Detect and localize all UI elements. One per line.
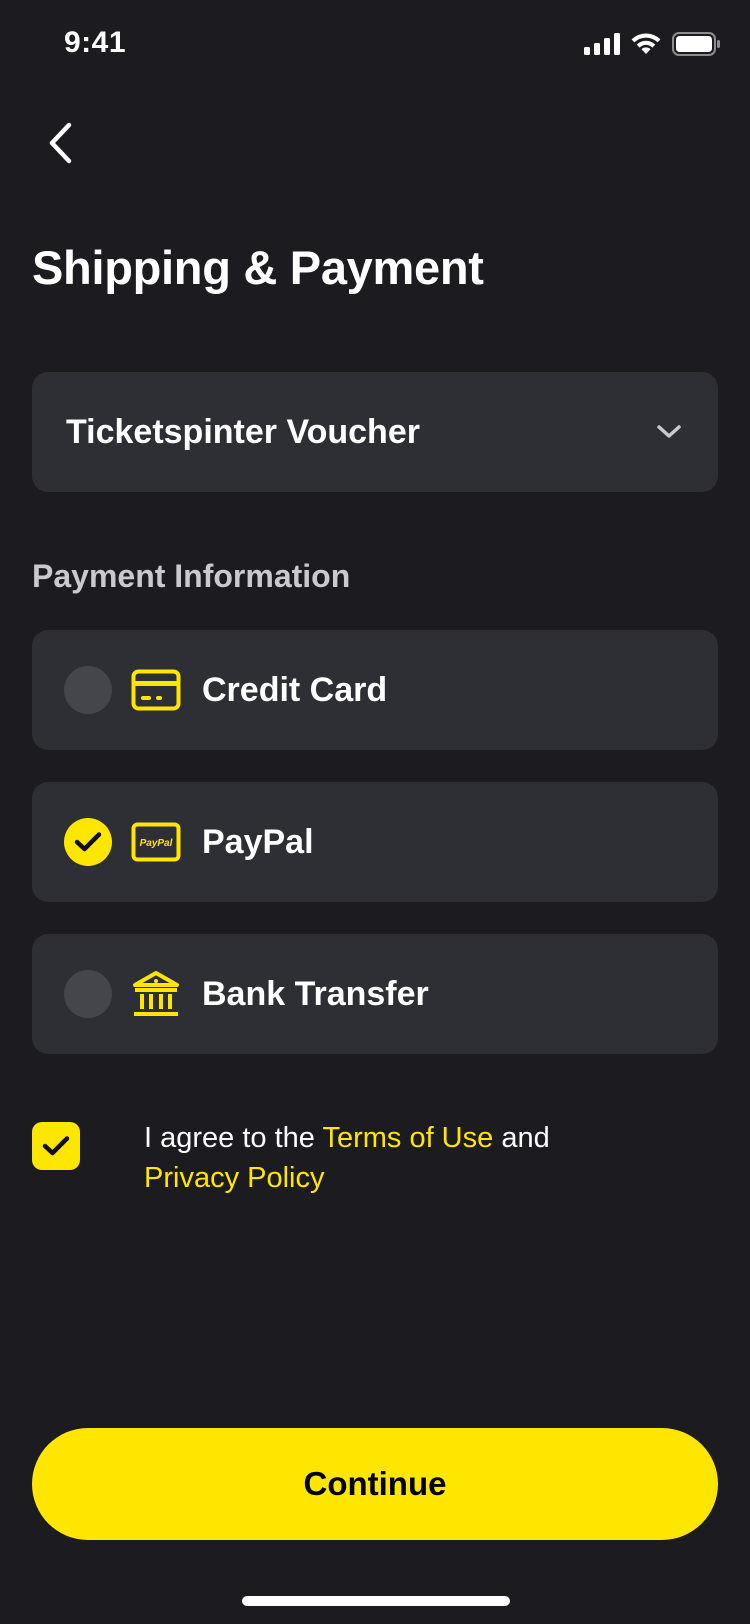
radio-selected[interactable]: [64, 818, 112, 866]
status-icons: [584, 32, 720, 61]
paypal-icon-text: PayPal: [140, 838, 173, 849]
payment-option-credit-card[interactable]: Credit Card: [32, 630, 718, 750]
chevron-down-icon: [654, 417, 684, 447]
continue-label: Continue: [303, 1465, 447, 1502]
credit-card-icon: [130, 664, 182, 716]
terms-of-use-link[interactable]: Terms of Use: [322, 1122, 493, 1154]
agreement-text: I agree to the Terms of Use and Privacy P…: [144, 1118, 664, 1198]
wifi-icon: [630, 32, 662, 61]
continue-button[interactable]: Continue: [32, 1428, 718, 1540]
agreement-prefix: I agree to the: [144, 1122, 323, 1154]
voucher-dropdown[interactable]: Ticketspinter Voucher: [32, 372, 718, 492]
payment-option-label: Bank Transfer: [202, 974, 429, 1013]
voucher-label: Ticketspinter Voucher: [66, 412, 420, 451]
paypal-icon: PayPal: [130, 816, 182, 868]
payment-option-bank-transfer[interactable]: Bank Transfer: [32, 934, 718, 1054]
terms-agreement: I agree to the Terms of Use and Privacy P…: [32, 1122, 718, 1198]
radio-unselected[interactable]: [64, 970, 112, 1018]
radio-unselected[interactable]: [64, 666, 112, 714]
cellular-signal-icon: [584, 33, 620, 60]
status-time: 9:41: [64, 26, 127, 59]
shipping-payment-screen: 9:41 Shipping & Payment Ticketspinter Vo…: [0, 0, 750, 1624]
bank-icon: [130, 968, 182, 1020]
status-bar: 9:41: [0, 0, 750, 92]
back-button[interactable]: [30, 110, 90, 180]
privacy-policy-link[interactable]: Privacy Policy: [144, 1162, 325, 1194]
home-indicator: [242, 1596, 510, 1606]
payment-section-label: Payment Information: [32, 558, 351, 594]
checkmark-icon: [42, 1136, 70, 1156]
page-title: Shipping & Payment: [32, 241, 484, 294]
terms-checkbox[interactable]: [32, 1122, 80, 1170]
payment-option-paypal[interactable]: PayPal PayPal: [32, 782, 718, 902]
agreement-middle: and: [493, 1122, 550, 1154]
checkmark-icon: [74, 832, 102, 852]
chevron-left-icon: [47, 122, 73, 169]
payment-option-label: Credit Card: [202, 670, 388, 709]
battery-icon: [672, 32, 720, 61]
payment-option-label: PayPal: [202, 822, 314, 861]
